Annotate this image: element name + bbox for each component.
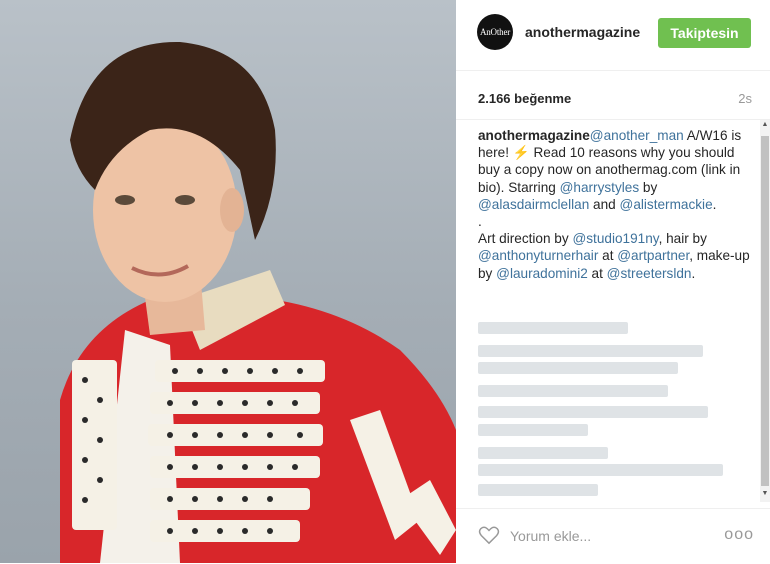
blurred-comment	[478, 385, 668, 397]
caption-author[interactable]: anothermagazine	[478, 128, 590, 143]
mention[interactable]: @lauradomini2	[496, 266, 588, 281]
blurred-comment	[478, 484, 598, 496]
mention[interactable]: @artpartner	[617, 248, 689, 263]
mention[interactable]: @alistermackie	[620, 197, 713, 212]
blurred-comment	[478, 322, 628, 334]
divider	[456, 119, 770, 120]
caption-text: .	[691, 265, 696, 281]
caption: anothermagazine@another_man A/W16 is her…	[478, 127, 750, 502]
mention[interactable]: @studio191ny	[572, 231, 658, 246]
blurred-comment	[478, 406, 708, 418]
photo-illustration	[60, 41, 456, 563]
time-ago[interactable]: 2s	[738, 91, 752, 106]
caption-text: Art direction by	[478, 231, 573, 247]
scroll-up-icon[interactable]: ▲	[760, 121, 770, 128]
post-photo[interactable]	[0, 0, 456, 563]
mention[interactable]: @streetersldn	[607, 266, 692, 281]
caption-text: by	[639, 179, 658, 195]
blurred-comment	[478, 345, 703, 357]
username-link[interactable]: anothermagazine	[525, 24, 640, 40]
post-header: AnOther anothermagazine Takiptesin	[456, 0, 770, 71]
mention[interactable]: @another_man	[590, 128, 684, 143]
more-options-icon[interactable]: ooo	[724, 526, 754, 544]
mention[interactable]: @harrystyles	[560, 180, 640, 195]
caption-text: , hair by	[658, 231, 707, 247]
mention[interactable]: @anthonyturnerhair	[478, 248, 598, 263]
avatar[interactable]: AnOther	[477, 14, 513, 50]
caption-text: at	[598, 248, 618, 264]
caption-text: .	[712, 196, 717, 212]
blurred-comment	[478, 464, 723, 476]
comment-input[interactable]: Yorum ekle...	[510, 528, 591, 544]
caption-dot: .	[478, 214, 482, 230]
heart-icon[interactable]	[478, 525, 500, 550]
likes-count[interactable]: 2.166 beğenme	[478, 91, 571, 106]
blurred-comment	[478, 362, 678, 374]
follow-button[interactable]: Takiptesin	[658, 18, 751, 48]
mention[interactable]: @alasdairmclellan	[478, 197, 589, 212]
blurred-comment	[478, 447, 608, 459]
blurred-comment	[478, 424, 588, 436]
scroll-down-icon[interactable]: ▼	[760, 490, 770, 497]
caption-text: at	[587, 265, 607, 281]
comment-bar: Yorum ekle... ooo	[456, 508, 770, 564]
scrollbar-thumb[interactable]	[761, 136, 769, 486]
caption-text: and	[589, 196, 620, 212]
post-panel: AnOther anothermagazine Takiptesin 2.166…	[456, 0, 770, 563]
